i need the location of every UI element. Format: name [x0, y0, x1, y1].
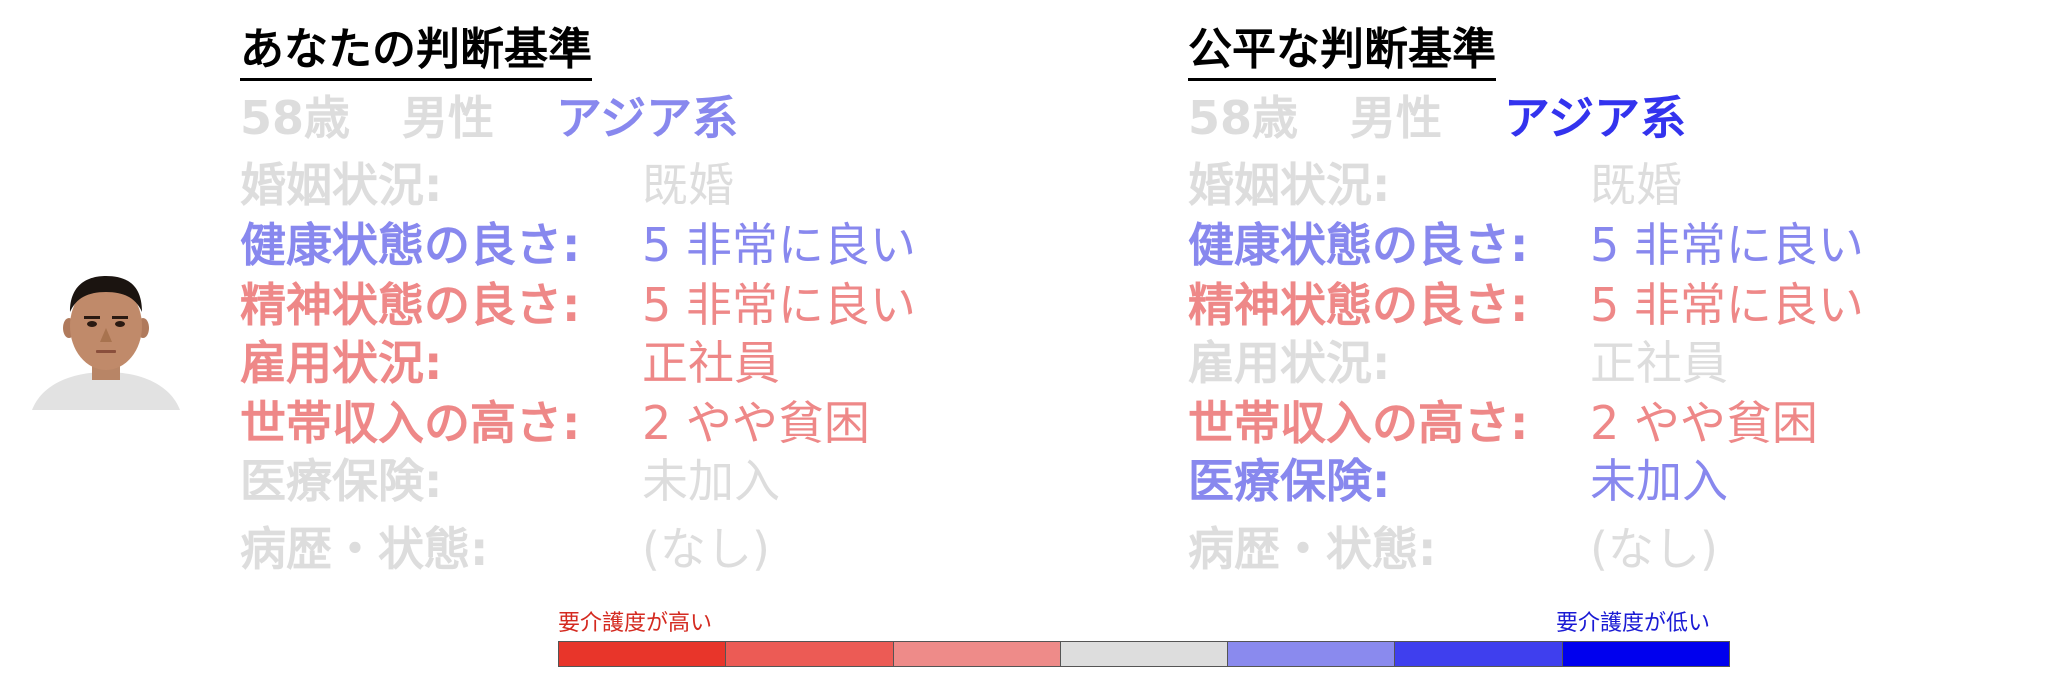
person-photo — [32, 272, 180, 410]
right-age: 58歳 — [1188, 91, 1299, 145]
scale-segment — [1395, 642, 1563, 666]
left-ethnicity: アジア系 — [556, 91, 739, 145]
row-label: 雇用状況: — [1188, 336, 1391, 390]
row-label: 婚姻状況: — [240, 158, 443, 212]
row-value: 5 非常に良い — [642, 218, 916, 272]
row-value: 未加入 — [1590, 454, 1728, 508]
scale-segment — [893, 642, 1061, 666]
row-label: 健康状態の良さ: — [240, 218, 581, 272]
row-label: 婚姻状況: — [1188, 158, 1391, 212]
row-label: 精神状態の良さ: — [1188, 278, 1529, 332]
care-level-scale-bar — [558, 641, 1730, 667]
row-label: 健康状態の良さ: — [1188, 218, 1529, 272]
left-panel-title: あなたの判断基準 — [240, 28, 592, 81]
row-value: (なし) — [1590, 522, 1718, 576]
right-ethnicity: アジア系 — [1504, 91, 1687, 145]
row-value: 5 非常に良い — [1590, 278, 1864, 332]
row-label: 病歴・状態: — [240, 522, 489, 576]
row-value: 未加入 — [642, 454, 780, 508]
scale-segment — [1562, 642, 1729, 666]
right-gender: 男性 — [1350, 91, 1442, 145]
row-value: 5 非常に良い — [1590, 218, 1864, 272]
row-label: 雇用状況: — [240, 336, 443, 390]
row-value: 正社員 — [1590, 336, 1728, 390]
row-label: 医療保険: — [240, 454, 443, 508]
right-panel-title: 公平な判断基準 — [1188, 28, 1496, 81]
scale-segment — [559, 642, 727, 666]
row-label: 世帯収入の高さ: — [1188, 396, 1529, 450]
scale-segment — [1228, 642, 1396, 666]
legend-high-care-label: 要介護度が高い — [558, 611, 713, 636]
row-value: 2 やや貧困 — [1590, 396, 1818, 450]
row-label: 精神状態の良さ: — [240, 278, 581, 332]
row-label: 世帯収入の高さ: — [240, 396, 581, 450]
row-value: 既婚 — [1590, 158, 1682, 212]
row-label: 病歴・状態: — [1188, 522, 1437, 576]
left-gender: 男性 — [402, 91, 494, 145]
row-value: (なし) — [642, 522, 770, 576]
row-value: 既婚 — [642, 158, 734, 212]
row-value: 5 非常に良い — [642, 278, 916, 332]
row-value: 2 やや貧困 — [642, 396, 870, 450]
scale-segment — [726, 642, 894, 666]
legend-low-care-label: 要介護度が低い — [1556, 611, 1711, 636]
row-label: 医療保険: — [1188, 454, 1391, 508]
row-value: 正社員 — [642, 336, 780, 390]
left-age: 58歳 — [240, 91, 351, 145]
scale-segment — [1060, 642, 1229, 666]
